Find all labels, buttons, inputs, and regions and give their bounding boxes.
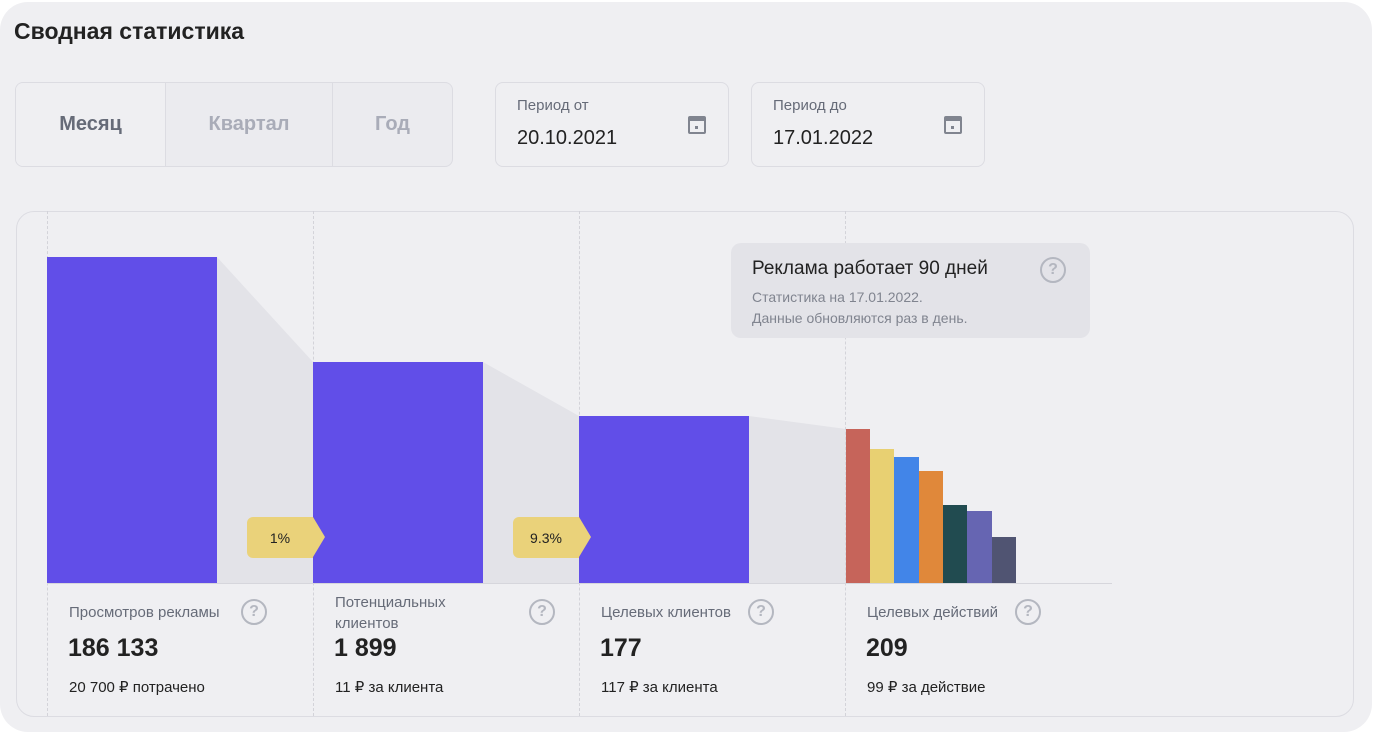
- info-line: Статистика на 17.01.2022.: [752, 289, 923, 305]
- help-icon[interactable]: ?: [529, 599, 555, 625]
- stat-label: Просмотров рекламы: [69, 604, 220, 621]
- info-tooltip: Реклама работает 90 дней Статистика на 1…: [731, 243, 1090, 338]
- stat-value: 209: [866, 634, 908, 662]
- action-bar: [919, 471, 943, 583]
- stat-sub: 117 ₽ за клиента: [601, 679, 718, 696]
- help-icon[interactable]: ?: [748, 599, 774, 625]
- action-bar: [943, 505, 967, 583]
- stat-sub: 11 ₽ за клиента: [335, 679, 444, 696]
- conversion-badge: 9.3%: [513, 517, 591, 558]
- views-bar: [47, 257, 217, 583]
- action-bar: [967, 511, 992, 583]
- stat-sub: 20 700 ₽ потрачено: [69, 679, 205, 696]
- stat-sub: 99 ₽ за действие: [867, 679, 986, 696]
- help-icon[interactable]: ?: [241, 599, 267, 625]
- stat-label: Потенциальных клиентов: [335, 594, 446, 632]
- stat-value: 186 133: [68, 634, 159, 662]
- action-bar: [894, 457, 919, 583]
- target-clients-bar: [579, 416, 749, 583]
- action-bar: [870, 449, 894, 583]
- baseline: [47, 583, 1112, 584]
- stat-label: Целевых действий: [867, 604, 999, 621]
- stat-value: 1 899: [334, 634, 397, 662]
- funnel-connector: [749, 416, 846, 583]
- help-icon[interactable]: ?: [1015, 599, 1041, 625]
- help-icon[interactable]: ?: [1040, 257, 1066, 283]
- stat-value: 177: [600, 634, 642, 662]
- action-bar: [992, 537, 1016, 583]
- conversion-badge: 1%: [247, 517, 325, 558]
- potential-clients-bar: [313, 362, 483, 583]
- info-line: Данные обновляются раз в день.: [752, 310, 968, 326]
- stat-label: Целевых клиентов: [601, 604, 731, 621]
- info-heading: Реклама работает 90 дней: [752, 258, 988, 279]
- action-bar: [846, 429, 870, 583]
